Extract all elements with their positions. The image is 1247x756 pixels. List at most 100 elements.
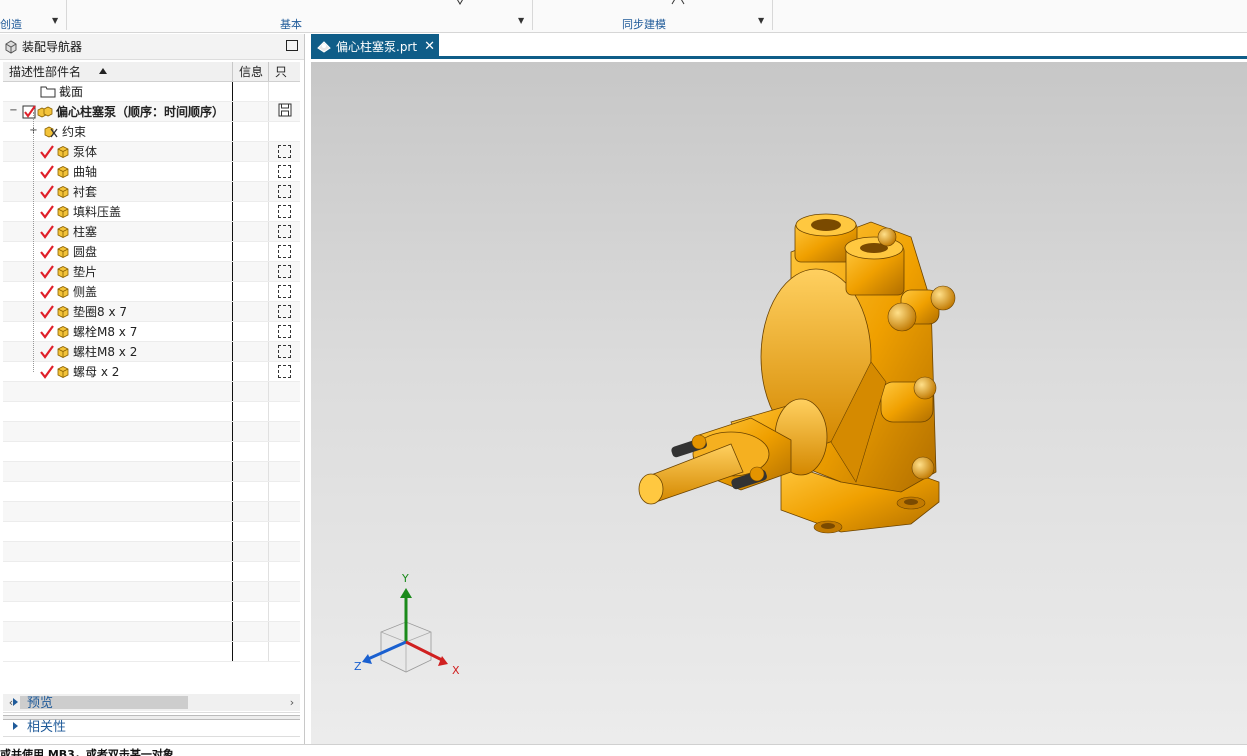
tree-row-name-cell[interactable]: 泵体 (3, 142, 233, 161)
tree-row[interactable]: 螺母 x 2 (3, 362, 300, 382)
tree-row-readonly-cell[interactable] (269, 282, 300, 301)
tree-row[interactable]: 泵体 (3, 142, 300, 162)
tree-row-name-cell[interactable]: 截面 (3, 82, 233, 101)
tree-row[interactable]: 衬套 (3, 182, 300, 202)
readonly-placeholder-icon[interactable] (278, 305, 291, 318)
ribbon-group-create[interactable]: 创造 (0, 16, 22, 32)
readonly-placeholder-icon[interactable] (278, 265, 291, 278)
ribbon-dropdown-arrow[interactable]: ▼ (758, 16, 764, 25)
readonly-placeholder-icon[interactable] (278, 245, 291, 258)
section-preview[interactable]: 预览 (3, 691, 300, 713)
navigator-header: 装配导航器 (0, 34, 304, 60)
readonly-placeholder-icon[interactable] (278, 205, 291, 218)
maximize-icon[interactable] (286, 40, 298, 51)
tree-row[interactable]: + 约束 (3, 122, 300, 142)
readonly-placeholder-icon[interactable] (278, 325, 291, 338)
tree-row-name-cell[interactable]: + 约束 (3, 122, 233, 141)
close-icon[interactable]: ✕ (424, 39, 435, 54)
readonly-placeholder-icon[interactable] (278, 285, 291, 298)
tree-row-info-cell (233, 182, 269, 201)
empty-cell (3, 422, 233, 441)
part-icon (56, 165, 70, 179)
tree-row-info-cell (233, 242, 269, 261)
ribbon-dropdown-arrow[interactable]: ▼ (518, 16, 524, 25)
readonly-placeholder-icon[interactable] (278, 185, 291, 198)
visibility-check-icon[interactable] (39, 144, 55, 159)
empty-row (3, 582, 300, 602)
tree-row-info-cell (233, 362, 269, 381)
tree-row-name-cell[interactable]: 螺栓M8 x 7 (3, 322, 233, 341)
readonly-placeholder-icon[interactable] (278, 145, 291, 158)
readonly-placeholder-icon[interactable] (278, 345, 291, 358)
visibility-check-icon[interactable] (39, 204, 55, 219)
tree-row-readonly-cell[interactable] (269, 82, 300, 101)
pump-model[interactable]: Y Z X (311, 62, 1247, 744)
tree-row-name-cell[interactable]: 垫圈8 x 7 (3, 302, 233, 321)
tree-row[interactable]: 曲轴 (3, 162, 300, 182)
tree-row-readonly-cell[interactable] (269, 362, 300, 381)
tree-row-readonly-cell[interactable] (269, 322, 300, 341)
visibility-check-icon[interactable] (39, 164, 55, 179)
readonly-placeholder-icon[interactable] (278, 165, 291, 178)
visibility-check-icon[interactable] (39, 324, 55, 339)
tree-row-name-cell[interactable]: 侧盖 (3, 282, 233, 301)
visibility-check-icon[interactable] (39, 364, 55, 379)
visibility-check-icon[interactable] (39, 244, 55, 259)
tree-row[interactable]: 柱塞 (3, 222, 300, 242)
ribbon-tool-icon[interactable] (452, 0, 468, 6)
tree-row[interactable]: 垫圈8 x 7 (3, 302, 300, 322)
status-text: 或并使用 MB3，或者双击某一对象 (0, 748, 174, 756)
visibility-check-icon[interactable] (39, 344, 55, 359)
readonly-placeholder-icon[interactable] (278, 365, 291, 378)
tree-row-readonly-cell[interactable] (269, 262, 300, 281)
tree-row-readonly-cell[interactable] (269, 302, 300, 321)
visibility-check-icon[interactable] (39, 304, 55, 319)
tree-row[interactable]: 垫片 (3, 262, 300, 282)
tree-row-name-cell[interactable]: 螺柱M8 x 2 (3, 342, 233, 361)
tree-row-readonly-cell[interactable] (269, 222, 300, 241)
tree-row[interactable]: 侧盖 (3, 282, 300, 302)
tree-row[interactable]: 螺栓M8 x 7 (3, 322, 300, 342)
tree-row-readonly-cell[interactable] (269, 182, 300, 201)
tree-row-name-cell[interactable]: 螺母 x 2 (3, 362, 233, 381)
column-header-name[interactable]: 描述性部件名 (3, 62, 233, 81)
tree-row-name-cell[interactable]: 填料压盖 (3, 202, 233, 221)
visibility-check-icon[interactable] (39, 264, 55, 279)
tree-row-readonly-cell[interactable] (269, 242, 300, 261)
tree-row-readonly-cell[interactable] (269, 102, 300, 121)
visibility-check-icon[interactable] (39, 284, 55, 299)
tree-row[interactable]: 圆盘 (3, 242, 300, 262)
graphics-viewport[interactable]: Y Z X (311, 62, 1247, 744)
tab-document[interactable]: 偏心柱塞泵.prt ✕ (311, 34, 439, 58)
readonly-placeholder-icon[interactable] (278, 225, 291, 238)
tree-row-info-cell (233, 202, 269, 221)
visibility-check-icon[interactable] (39, 184, 55, 199)
column-header-info[interactable]: 信息 (233, 62, 269, 81)
column-header-readonly[interactable]: 只 (269, 62, 300, 81)
tree-row-readonly-cell[interactable] (269, 342, 300, 361)
collapse-icon[interactable]: − (9, 106, 18, 116)
visibility-check-icon[interactable] (39, 224, 55, 239)
tree-row-name-cell[interactable]: 柱塞 (3, 222, 233, 241)
tree-row-readonly-cell[interactable] (269, 122, 300, 141)
tree-row[interactable]: − 偏心柱塞泵（顺序：时间顺序） (3, 102, 300, 122)
tree-row-name-cell[interactable]: 衬套 (3, 182, 233, 201)
empty-row (3, 622, 300, 642)
section-dependencies[interactable]: 相关性 (3, 715, 300, 737)
ribbon-group-sync[interactable]: 同步建模 (622, 16, 666, 32)
tree-row-readonly-cell[interactable] (269, 162, 300, 181)
tree-row-readonly-cell[interactable] (269, 202, 300, 221)
tree-row[interactable]: 截面 (3, 82, 300, 102)
tree-row-name-cell[interactable]: 曲轴 (3, 162, 233, 181)
ribbon-tool-icon[interactable] (670, 0, 686, 6)
tree-row-name-cell[interactable]: − 偏心柱塞泵（顺序：时间顺序） (3, 102, 233, 121)
empty-cell (233, 562, 269, 581)
tree-row-readonly-cell[interactable] (269, 142, 300, 161)
tree-row-name-cell[interactable]: 圆盘 (3, 242, 233, 261)
ribbon-group-basic[interactable]: 基本 (280, 16, 302, 32)
save-icon[interactable] (278, 103, 292, 120)
ribbon-dropdown-arrow[interactable]: ▼ (52, 16, 58, 25)
tree-row-name-cell[interactable]: 垫片 (3, 262, 233, 281)
tree-row[interactable]: 螺柱M8 x 2 (3, 342, 300, 362)
tree-row[interactable]: 填料压盖 (3, 202, 300, 222)
